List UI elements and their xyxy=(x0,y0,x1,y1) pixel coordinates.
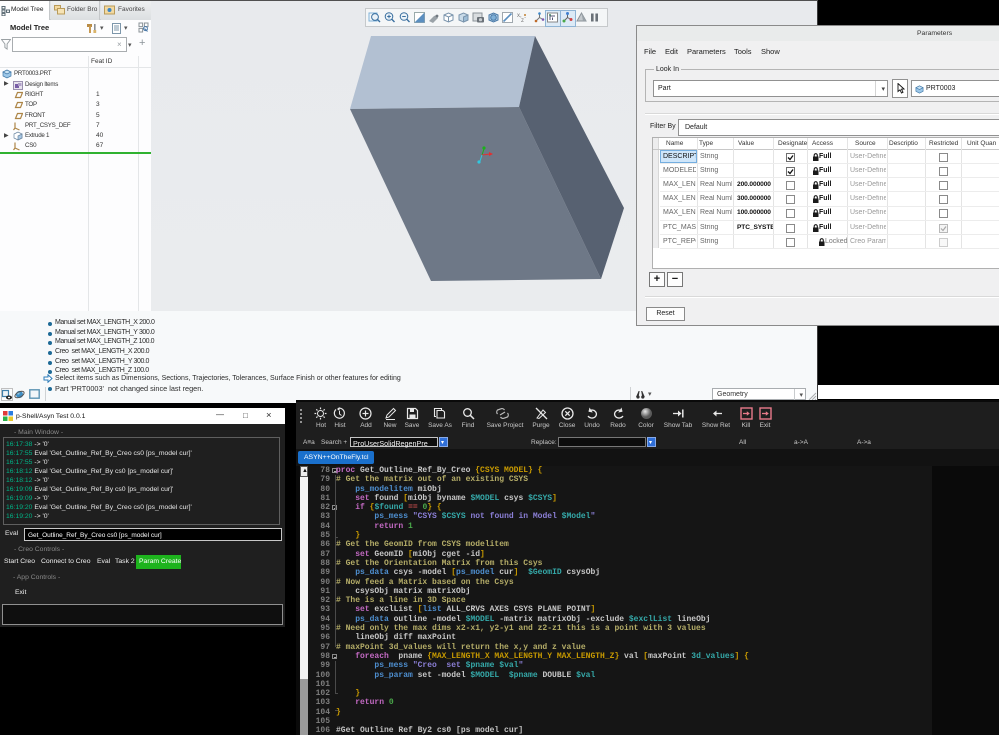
svg-text:zˊ: zˊ xyxy=(521,18,526,24)
